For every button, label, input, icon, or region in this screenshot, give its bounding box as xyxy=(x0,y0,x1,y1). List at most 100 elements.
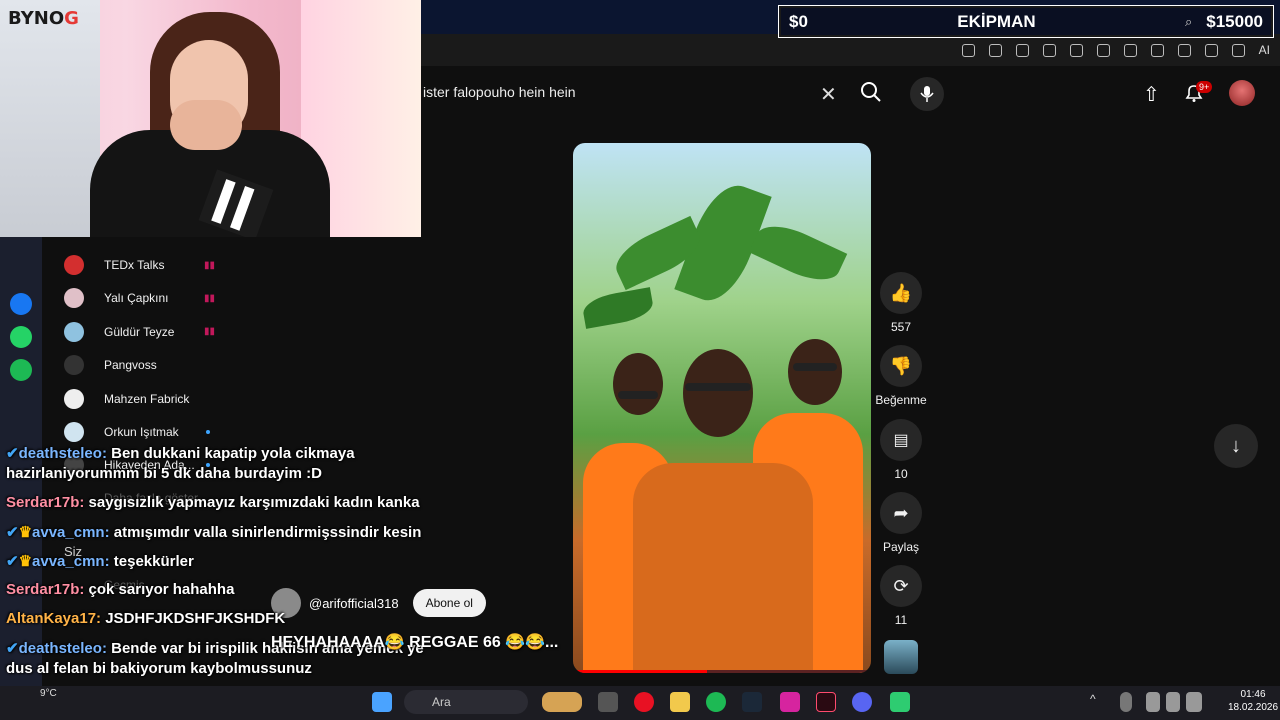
thumbs-up-icon: 👍 xyxy=(889,282,913,303)
search-icon: ⌕ xyxy=(1184,13,1193,29)
app-icon[interactable] xyxy=(816,692,836,712)
crown-badge-icon: ♛ xyxy=(18,524,33,541)
search-input[interactable]: ister falopouho hein hein xyxy=(423,84,576,100)
short-title[interactable]: HEYHAHAAAA😂 REGGAE 66 😂😂... xyxy=(271,632,558,652)
share-button[interactable]: ➦ xyxy=(880,492,922,534)
taskbar-search[interactable]: Ara xyxy=(404,690,528,714)
avatar[interactable] xyxy=(1229,80,1255,106)
chat-text: teşekkürler xyxy=(113,553,194,570)
subscription-item[interactable]: TEDx Talks ▮▮ xyxy=(64,254,215,276)
steam-icon[interactable] xyxy=(742,692,762,712)
chevron-up-icon[interactable]: ^ xyxy=(1090,692,1104,712)
channel-name[interactable]: @arifofficial318 xyxy=(309,596,399,611)
video-progress-bar[interactable] xyxy=(573,670,871,673)
mic-icon xyxy=(920,86,934,102)
chat-text: atmışımdır valla sinirlendirmişssindir k… xyxy=(113,524,422,541)
upload-icon[interactable]: ⇧ xyxy=(1143,82,1160,107)
weather-widget[interactable]: 9°C xyxy=(40,688,57,699)
crown-badge-icon: ♛ xyxy=(18,553,33,570)
menu-icon[interactable] xyxy=(1177,43,1191,57)
chat-message: ✔♛avva_cmn: teşekkürler xyxy=(6,553,194,570)
volume-icon[interactable] xyxy=(1166,692,1180,712)
close-icon[interactable]: ✕ xyxy=(820,82,837,107)
profile-icon[interactable] xyxy=(1204,43,1218,57)
remix-button[interactable]: ⟳ xyxy=(880,565,922,607)
channel-avatar xyxy=(64,321,84,342)
share-icon: ➦ xyxy=(893,502,909,523)
ai-button[interactable]: AI xyxy=(1259,43,1270,57)
share-label: Paylaş xyxy=(882,540,920,554)
new-content-dot xyxy=(206,430,210,434)
comments-action: ▤ 10 xyxy=(880,419,922,481)
subscription-item[interactable]: Yalı Çapkını ▮▮ xyxy=(64,287,215,309)
battery-icon[interactable] xyxy=(1186,692,1202,712)
camera-icon[interactable] xyxy=(1015,43,1029,57)
extension-icon[interactable] xyxy=(1231,43,1245,57)
app-active-icon[interactable] xyxy=(890,692,910,712)
chat-text: JSDHFJKDSHFJKSHDFK xyxy=(105,610,286,627)
remix-icon: ⟳ xyxy=(893,575,909,596)
play-icon[interactable] xyxy=(1096,43,1110,57)
channel-avatar xyxy=(64,422,84,442)
instagram-icon[interactable] xyxy=(780,692,800,712)
short-video-player[interactable] xyxy=(573,143,871,673)
like-action: 👍 557 xyxy=(880,272,922,334)
dislike-action: 👎 Beğenme xyxy=(874,345,928,407)
chat-username[interactable]: Serdar17b xyxy=(6,581,79,598)
chat-username[interactable]: avva_cmn xyxy=(32,553,105,570)
folder-icon[interactable] xyxy=(670,692,690,712)
subscription-label: Yalı Çapkını xyxy=(104,291,169,306)
discord-icon[interactable] xyxy=(852,692,872,712)
chat-text: Ben dukkani kapatip yola cikmaya xyxy=(111,445,355,462)
spotify-icon[interactable] xyxy=(10,359,32,381)
next-short-button[interactable]: ↓ xyxy=(1214,424,1258,468)
dislike-button[interactable]: 👎 xyxy=(880,345,922,387)
whatsapp-icon[interactable] xyxy=(10,326,32,348)
arrow-down-icon: ↓ xyxy=(1231,434,1241,457)
search-icon[interactable] xyxy=(859,80,883,104)
mic-tray-icon[interactable] xyxy=(1120,692,1132,712)
voice-search-button[interactable] xyxy=(910,77,944,111)
subscription-item[interactable]: Mahzen Fabrick xyxy=(64,388,189,410)
channel-avatar xyxy=(64,255,84,275)
comment-icon: ▤ xyxy=(893,432,909,449)
download-icon[interactable] xyxy=(1150,43,1164,57)
dislike-label: Beğenme xyxy=(875,393,927,407)
subscription-item[interactable]: Pangvoss xyxy=(64,354,157,376)
shield-icon[interactable] xyxy=(1042,43,1056,57)
subscription-label: Güldür Teyze xyxy=(104,324,175,339)
chat-username[interactable]: avva_cmn xyxy=(32,524,105,541)
edit-icon[interactable] xyxy=(988,43,1002,57)
comments-button[interactable]: ▤ xyxy=(880,419,922,461)
search-highlight-icon[interactable] xyxy=(542,692,582,712)
heart-icon[interactable] xyxy=(1123,43,1137,57)
start-icon[interactable] xyxy=(372,692,392,712)
opera-icon[interactable] xyxy=(634,692,654,712)
chat-message: Serdar17b: saygısızlık yapmayız karşımız… xyxy=(6,494,420,511)
spotify-icon[interactable] xyxy=(706,692,726,712)
chat-username[interactable]: AltanKaya17 xyxy=(6,610,96,627)
sound-thumbnail[interactable] xyxy=(884,640,918,674)
subscription-label: Pangvoss xyxy=(104,358,157,373)
share-action: ➦ Paylaş xyxy=(880,492,922,554)
translate-icon[interactable] xyxy=(1069,43,1083,57)
channel-avatar xyxy=(64,388,84,409)
like-button[interactable]: 👍 xyxy=(880,272,922,314)
subscription-item[interactable]: Güldür Teyze ▮▮ xyxy=(64,321,215,343)
chat-username[interactable]: Serdar17b xyxy=(6,494,79,511)
equipment-title: EKİPMAN xyxy=(957,11,1036,31)
messenger-icon[interactable] xyxy=(10,293,32,315)
clock[interactable]: 01:46 18.02.2026 xyxy=(1228,688,1278,714)
short-channel-row: @arifofficial318 Abone ol xyxy=(271,588,486,618)
channel-avatar xyxy=(64,355,84,376)
wifi-icon[interactable] xyxy=(1146,692,1160,712)
moderator-badge-icon: ✔ xyxy=(6,445,19,462)
task-view-icon[interactable] xyxy=(598,692,618,712)
equipment-bar: $0 EKİPMAN ⌕ $15000 xyxy=(778,5,1274,38)
subscribe-button[interactable]: Abone ol xyxy=(412,589,486,617)
chat-username[interactable]: deathsteleo xyxy=(19,640,102,657)
chat-message: Serdar17b: çok sarıyor hahahha xyxy=(6,581,235,598)
emoji-icon[interactable] xyxy=(961,43,975,57)
subscription-item[interactable]: Orkun Işıtmak xyxy=(64,421,210,443)
chat-username[interactable]: deathsteleo xyxy=(19,445,102,462)
